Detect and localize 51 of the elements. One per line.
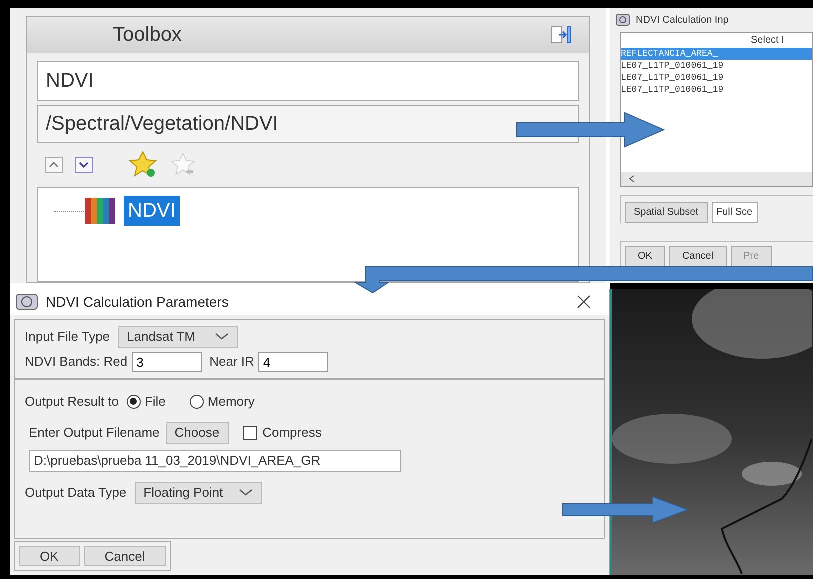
- output-filename-field[interactable]: D:\pruebas\prueba 11_03_2019\NDVI_AREA_GR: [29, 450, 401, 472]
- input-file-type-dropdown[interactable]: Landsat TM: [118, 326, 238, 348]
- dialog-button[interactable]: Cancel: [669, 246, 727, 267]
- radio-button[interactable]: [190, 394, 204, 409]
- collapse-button[interactable]: [45, 157, 63, 173]
- output-data-type-dropdown[interactable]: Floating Point: [134, 482, 262, 504]
- dialog-button[interactable]: Cancel: [84, 546, 166, 566]
- file-list-item[interactable]: LE07_L1TP_010061_19: [621, 72, 812, 84]
- spatial-subset-button[interactable]: Spatial Subset: [625, 202, 708, 223]
- band-number-field[interactable]: 4: [258, 352, 328, 372]
- file-list-item[interactable]: LE07_L1TP_010061_19: [621, 84, 812, 96]
- dialog-button[interactable]: OK: [625, 246, 666, 267]
- app-icon: [616, 14, 630, 26]
- close-icon[interactable]: [577, 295, 591, 309]
- path-field: /Spectral/Vegetation/NDVI: [37, 105, 579, 143]
- dialog-title: NDVI Calculation Parameters: [46, 292, 230, 312]
- radio-label: File: [144, 393, 166, 411]
- right-arrow-icon: [562, 496, 690, 524]
- choose-button[interactable]: Choose: [166, 422, 229, 444]
- compress-label: Compress: [262, 424, 322, 442]
- search-field[interactable]: NDVI: [37, 61, 579, 101]
- tree-item[interactable]: NDVI: [124, 196, 180, 226]
- compress-checkbox[interactable]: [242, 426, 257, 440]
- toolbox-title: Toolbox: [113, 23, 182, 48]
- subset-value: Full Sce: [712, 202, 758, 223]
- output-data-type-label: Output Data Type: [25, 484, 127, 502]
- dialog-button[interactable]: OK: [19, 546, 80, 566]
- radio-button[interactable]: [126, 394, 141, 409]
- scroll-left-icon[interactable]: [629, 175, 635, 183]
- expand-button[interactable]: [75, 157, 93, 173]
- list-header: Select I: [750, 34, 786, 48]
- app-icon: [16, 294, 38, 310]
- output-filename-label: Enter Output Filename: [29, 424, 160, 442]
- dropdown-caret-icon: [239, 488, 254, 496]
- chevron-down-icon: [79, 162, 89, 168]
- band-number-field[interactable]: 3: [132, 352, 202, 372]
- chevron-up-icon: [49, 162, 59, 168]
- remove-favorite-star-icon[interactable]: [171, 152, 197, 178]
- horizontal-scrollbar[interactable]: [621, 172, 812, 186]
- dock-icon: [551, 25, 573, 45]
- radio-label: Memory: [208, 393, 255, 411]
- dialog-title: NDVI Calculation Inp: [636, 14, 729, 28]
- dropdown-caret-icon: [215, 333, 230, 341]
- add-favorite-star-icon[interactable]: [129, 151, 159, 179]
- file-list-item[interactable]: LE07_L1TP_010061_19: [621, 60, 812, 72]
- spectrum-icon: [84, 197, 116, 225]
- input-file-type-label: Input File Type: [25, 328, 110, 346]
- bands-label: NDVI Bands: Red: [25, 353, 128, 372]
- right-arrow-icon: [516, 112, 666, 148]
- near-ir-label: Near IR: [210, 353, 254, 372]
- output-result-label: Output Result to: [25, 393, 119, 411]
